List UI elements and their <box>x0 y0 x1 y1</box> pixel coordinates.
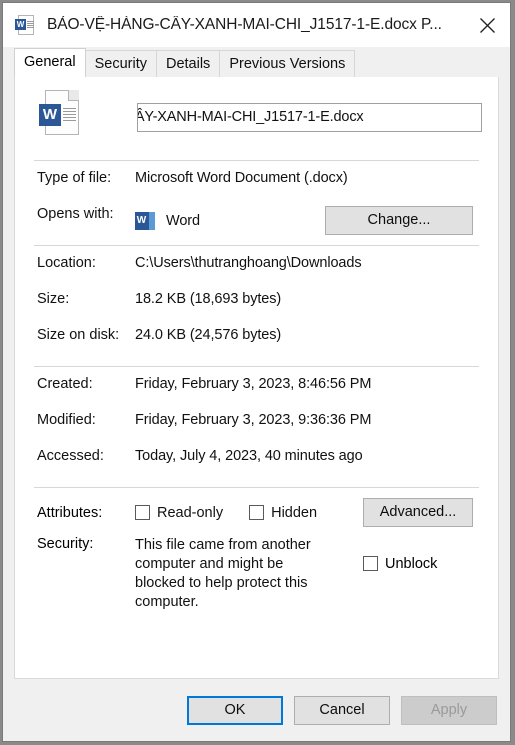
security-row: Security: This file came from another co… <box>31 527 482 612</box>
location-label: Location: <box>37 255 96 271</box>
timestamps-section: Created: Friday, February 3, 2023, 8:46:… <box>31 367 482 478</box>
accessed-row: Accessed: Today, July 4, 2023, 40 minute… <box>31 442 482 478</box>
properties-dialog: W BẢO-VỆ-HÀNG-CÂY-XANH-MAI-CHI_J1517-1-E… <box>2 2 511 742</box>
filename-value: BẢO-VỆ-HÀNG-CÂY-XANH-MAI-CHI_J1517-1-E.d… <box>138 109 364 125</box>
modified-row: Modified: Friday, February 3, 2023, 9:36… <box>31 406 482 442</box>
size-on-disk-row: Size on disk: 24.0 KB (24,576 bytes) <box>31 321 482 357</box>
word-document-icon: W <box>15 14 37 36</box>
change-button[interactable]: Change... <box>325 206 473 235</box>
cancel-button[interactable]: Cancel <box>294 695 390 725</box>
created-row: Created: Friday, February 3, 2023, 8:46:… <box>31 370 482 406</box>
size-value: 18.2 KB (18,693 bytes) <box>135 291 282 307</box>
attributes-row: Attributes: Read-only Hidden Advanced... <box>31 488 482 527</box>
type-of-file-label: Type of file: <box>37 170 112 186</box>
location-value: C:\Users\thutranghoang\Downloads <box>135 255 362 271</box>
type-section: Type of file: Microsoft Word Document (.… <box>31 161 482 236</box>
type-of-file-row: Type of file: Microsoft Word Document (.… <box>31 164 482 200</box>
attributes-label: Attributes: <box>37 504 103 521</box>
window-title: BẢO-VỆ-HÀNG-CÂY-XANH-MAI-CHI_J1517-1-E.d… <box>47 16 442 33</box>
apply-button: Apply <box>401 695 497 725</box>
tab-details-label: Details <box>165 56 211 72</box>
security-message: This file came from another computer and… <box>135 537 311 610</box>
tab-general[interactable]: General <box>14 48 86 77</box>
general-tab-panel: W BẢO-VỆ-HÀNG-CÂY-XANH-MAI-CHI_J1517-1-E… <box>14 77 499 679</box>
tab-general-label: General <box>24 54 76 70</box>
hidden-label: Hidden <box>271 504 318 521</box>
unblock-label: Unblock <box>385 556 438 572</box>
location-section: Location: C:\Users\thutranghoang\Downloa… <box>31 246 482 357</box>
opens-with-label: Opens with: <box>37 206 114 222</box>
opens-with-row: Opens with: W Word Change... <box>31 200 482 236</box>
size-label: Size: <box>37 291 70 307</box>
readonly-checkbox[interactable]: Read-only <box>135 505 223 521</box>
size-on-disk-value: 24.0 KB (24,576 bytes) <box>135 327 282 343</box>
unblock-checkbox[interactable]: Unblock <box>363 536 437 572</box>
tab-previous-versions-label: Previous Versions <box>229 56 346 72</box>
opens-with-value: Word <box>166 212 200 229</box>
accessed-label: Accessed: <box>37 448 104 464</box>
created-value: Friday, February 3, 2023, 8:46:56 PM <box>135 376 372 392</box>
checkbox-box <box>135 505 150 520</box>
type-of-file-value: Microsoft Word Document (.docx) <box>135 170 348 186</box>
word-document-icon: W <box>39 90 85 144</box>
readonly-label: Read-only <box>157 504 224 521</box>
tab-security-label: Security <box>94 56 147 72</box>
modified-value: Friday, February 3, 2023, 9:36:36 PM <box>135 412 372 428</box>
size-row: Size: 18.2 KB (18,693 bytes) <box>31 285 482 321</box>
word-app-icon: W <box>135 211 155 231</box>
file-header: W BẢO-VỆ-HÀNG-CÂY-XANH-MAI-CHI_J1517-1-E… <box>31 77 482 151</box>
ok-button[interactable]: OK <box>187 695 283 725</box>
security-label: Security: <box>37 536 94 552</box>
tab-security[interactable]: Security <box>84 50 157 77</box>
tab-strip: General Security Details Previous Versio… <box>3 47 510 77</box>
advanced-button[interactable]: Advanced... <box>363 498 473 527</box>
modified-label: Modified: <box>37 412 96 428</box>
created-label: Created: <box>37 376 93 392</box>
checkbox-box <box>249 505 265 520</box>
size-on-disk-label: Size on disk: <box>37 327 120 343</box>
checkbox-box <box>363 556 378 571</box>
filename-input[interactable]: BẢO-VỆ-HÀNG-CÂY-XANH-MAI-CHI_J1517-1-E.d… <box>137 102 482 132</box>
tab-details[interactable]: Details <box>155 50 221 77</box>
tab-previous-versions[interactable]: Previous Versions <box>219 50 356 77</box>
location-row: Location: C:\Users\thutranghoang\Downloa… <box>31 249 482 285</box>
title-bar: W BẢO-VỆ-HÀNG-CÂY-XANH-MAI-CHI_J1517-1-E… <box>3 3 510 47</box>
accessed-value: Today, July 4, 2023, 40 minutes ago <box>135 448 363 464</box>
dialog-footer: OK Cancel Apply <box>3 679 510 741</box>
hidden-checkbox[interactable]: Hidden <box>249 505 317 521</box>
close-icon[interactable] <box>464 3 510 47</box>
